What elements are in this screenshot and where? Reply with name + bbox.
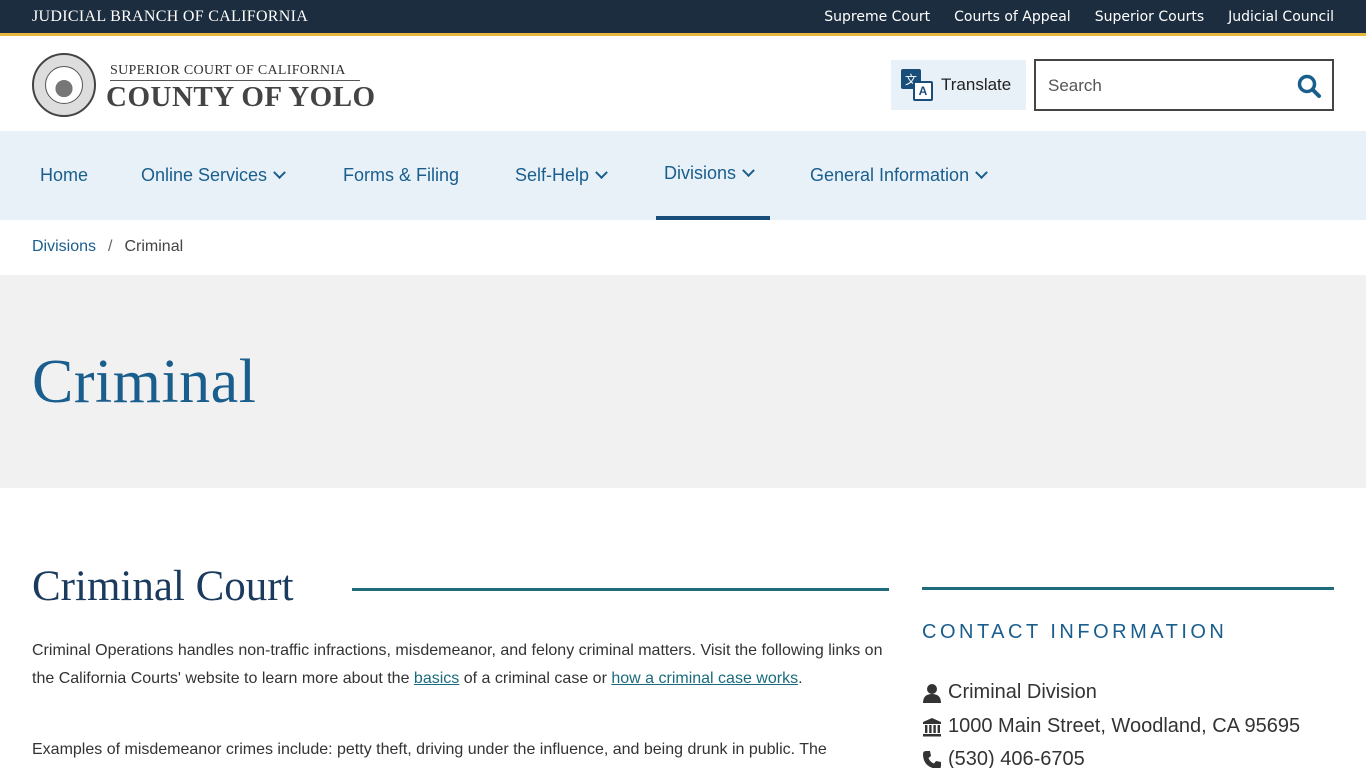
para-text: of a criminal case or — [459, 669, 612, 687]
basics-link[interactable]: basics — [414, 670, 459, 687]
contact-phone: (530) 406-6705 — [922, 748, 1085, 768]
sidebar-rule — [922, 587, 1334, 590]
chevron-down-icon — [975, 166, 988, 180]
nav-label: Self-Help — [515, 165, 590, 185]
top-link-courts-of-appeal[interactable]: Courts of Appeal — [954, 9, 1071, 25]
para-text: . — [798, 669, 803, 687]
court-name-line1[interactable]: SUPERIOR COURT OF CALIFORNIA — [110, 63, 360, 81]
court-name-line2[interactable]: COUNTY OF YOLO — [106, 81, 376, 114]
intro-paragraph: Criminal Operations handles non-traffic … — [32, 637, 889, 692]
top-bar: JUDICIAL BRANCH OF CALIFORNIA Supreme Co… — [0, 0, 1366, 36]
search-input[interactable] — [1048, 73, 1288, 99]
breadcrumb: Divisions / Criminal — [32, 238, 183, 256]
top-links: Supreme Court Courts of Appeal Superior … — [824, 9, 1334, 25]
nav-item-divisions[interactable]: Divisions — [656, 131, 770, 220]
contact-address-label: 1000 Main Street, Woodland, CA 95695 — [948, 715, 1301, 737]
chevron-down-icon — [742, 164, 755, 178]
nav-label: General Information — [810, 165, 970, 185]
translate-label: Translate — [941, 75, 1012, 94]
court-seal-logo[interactable] — [32, 53, 96, 117]
search-box — [1034, 59, 1334, 111]
contact-division-label: Criminal Division — [948, 681, 1097, 703]
nav-item-home[interactable]: Home — [32, 131, 96, 220]
section-heading: Criminal Court — [32, 562, 294, 611]
contact-info-title: CONTACT INFORMATION — [922, 621, 1228, 643]
chevron-down-icon — [273, 166, 286, 180]
contact-division: Criminal Division — [922, 681, 1097, 704]
chevron-down-icon — [595, 166, 608, 180]
heading-rule — [352, 588, 889, 591]
translate-icon: 文A — [901, 69, 933, 101]
phone-icon — [923, 750, 941, 768]
nav-item-self-help[interactable]: Self-Help — [507, 131, 614, 220]
page-title: Criminal — [32, 348, 257, 416]
nav-label: Home — [40, 165, 89, 185]
breadcrumb-divisions[interactable]: Divisions — [32, 238, 96, 256]
user-icon — [923, 683, 941, 703]
nav-label: Forms & Filing — [343, 165, 460, 185]
main-nav: Home Online Services Forms & Filing Self… — [0, 131, 1366, 220]
site-header: SUPERIOR COURT OF CALIFORNIA COUNTY OF Y… — [0, 39, 1366, 131]
nav-item-forms-filing[interactable]: Forms & Filing — [335, 131, 467, 220]
nav-item-general-information[interactable]: General Information — [802, 131, 994, 220]
how-criminal-case-works-link[interactable]: how a criminal case works — [611, 670, 798, 687]
translate-button[interactable]: 文A Translate — [891, 60, 1026, 110]
page-hero: Criminal — [0, 275, 1366, 488]
top-link-judicial-council[interactable]: Judicial Council — [1228, 9, 1334, 25]
nav-item-online-services[interactable]: Online Services — [133, 131, 292, 220]
building-icon — [923, 717, 941, 736]
breadcrumb-current: Criminal — [124, 238, 184, 255]
nav-label: Divisions — [664, 163, 737, 183]
top-link-superior-courts[interactable]: Superior Courts — [1095, 9, 1204, 25]
top-link-supreme-court[interactable]: Supreme Court — [824, 9, 930, 25]
contact-address: 1000 Main Street, Woodland, CA 95695 — [922, 715, 1300, 738]
breadcrumb-separator: / — [108, 238, 113, 255]
contact-phone-label[interactable]: (530) 406-6705 — [948, 748, 1085, 768]
misdemeanor-paragraph: Examples of misdemeanor crimes include: … — [32, 741, 827, 758]
judicial-branch-brand[interactable]: JUDICIAL BRANCH OF CALIFORNIA — [32, 8, 308, 26]
search-icon[interactable] — [1296, 73, 1322, 99]
nav-label: Online Services — [141, 165, 268, 185]
section-heading-wrap: Criminal Court — [32, 562, 889, 618]
